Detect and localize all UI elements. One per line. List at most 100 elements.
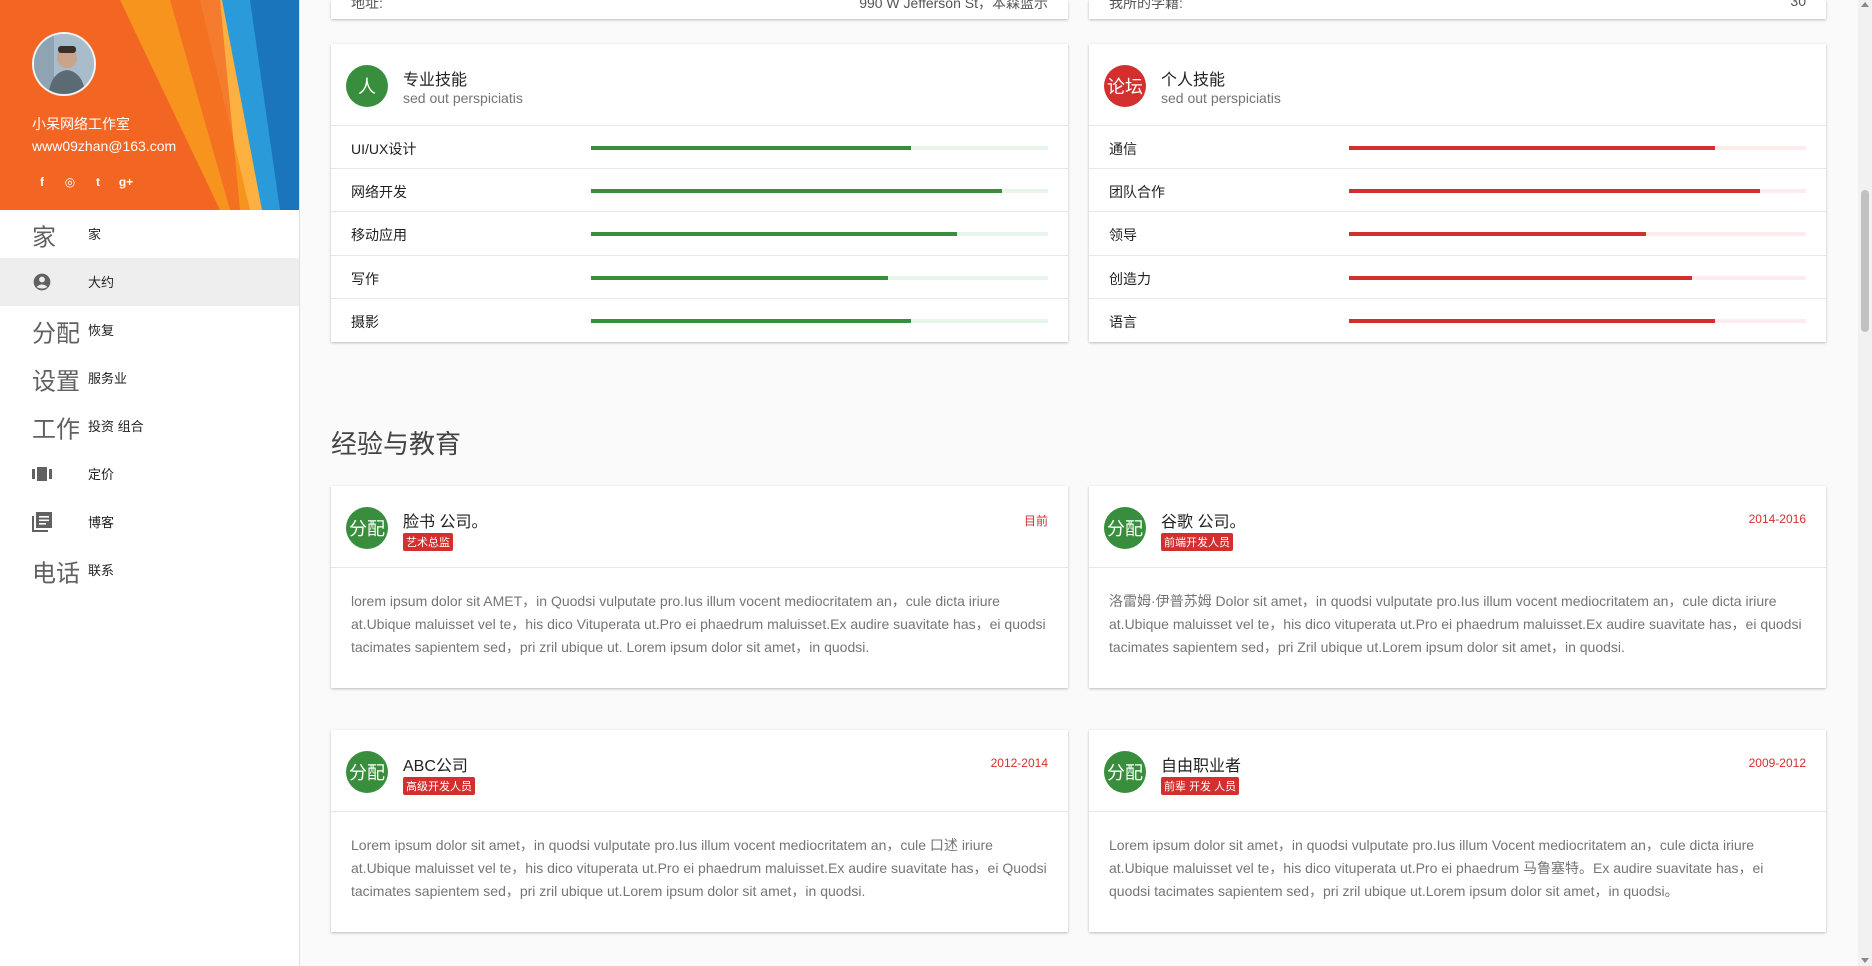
- role-badge: 高级开发人员: [403, 777, 475, 795]
- experience-description: lorem ipsum dolor sit AMET，in Quodsi vul…: [351, 593, 1046, 655]
- card-header: 分配 ABC公司 高级开发人员 2012-2014: [331, 730, 1068, 812]
- skill-progress-fill: [1349, 189, 1761, 194]
- nav-item-contact[interactable]: 电话 联系: [0, 546, 299, 594]
- experience-card: 分配 脸书 公司。 艺术总监 目前 lorem ipsum dolor sit …: [331, 486, 1068, 688]
- forum-icon: 论坛: [1104, 65, 1146, 107]
- skill-name: 领导: [1109, 227, 1137, 244]
- skill-progress-track: [1349, 275, 1806, 280]
- skill-name: UI/UX设计: [351, 141, 417, 157]
- skill-progress-fill: [591, 275, 889, 280]
- nav-label-services: 服务业: [88, 371, 128, 386]
- view-array-icon: [32, 466, 52, 482]
- card-header: 分配 自由职业者 前辈 开发 人员 2009-2012: [1089, 730, 1826, 812]
- nav-item-about[interactable]: 大约: [0, 258, 299, 306]
- card-title: 专业技能: [403, 72, 468, 89]
- card-header: 人 专业技能 sed out perspiciatis: [331, 44, 1068, 126]
- assignment-icon: 分配: [346, 507, 388, 549]
- card-header: 分配 谷歌 公司。 前端开发人员 2014-2016: [1089, 486, 1826, 568]
- date-range: 2012-2014: [990, 756, 1048, 770]
- nav-label-contact: 联系: [88, 563, 115, 578]
- facebook-icon[interactable]: f: [34, 174, 50, 190]
- address-value: 990 W Jefferson St，本森蓝示: [859, 0, 1048, 11]
- info-card-students: 我所的学籍: 30: [1089, 0, 1826, 19]
- skill-progress-fill: [1349, 146, 1715, 150]
- nav-item-pricing[interactable]: 定价: [0, 450, 299, 498]
- address-label: 地址:: [351, 0, 383, 11]
- home-icon: 家: [32, 224, 56, 252]
- skill-row: 团队合作: [1089, 169, 1826, 213]
- skill-name: 团队合作: [1109, 184, 1165, 201]
- company-name: 脸书 公司。: [403, 514, 488, 531]
- skill-progress-fill: [1349, 232, 1647, 237]
- nav-item-resume[interactable]: 分配 恢复: [0, 306, 299, 354]
- professional-skills-card: 人 专业技能 sed out perspiciatis UI/UX设计 网络开发移…: [331, 44, 1068, 342]
- skill-row: 创造力: [1089, 256, 1826, 299]
- nav-label-about: 大约: [88, 275, 115, 290]
- date-range: 2009-2012: [1748, 756, 1806, 770]
- skill-name: 写作: [351, 270, 379, 287]
- experience-card: 分配 谷歌 公司。 前端开发人员 2014-2016 洛雷姆·伊普苏姆 Dolo…: [1089, 486, 1826, 688]
- nav-item-home[interactable]: 家 家: [0, 210, 299, 258]
- skill-progress-fill: [591, 232, 957, 237]
- skill-progress-track: [591, 318, 1048, 323]
- skill-progress-fill: [591, 318, 911, 323]
- role-badge: 艺术总监: [403, 533, 453, 551]
- scroll-down-arrow-icon[interactable]: [1861, 958, 1869, 963]
- skill-progress-track: [1349, 189, 1806, 194]
- skill-progress-fill: [591, 146, 911, 150]
- skill-name: 移动应用: [351, 227, 407, 244]
- skill-progress-track: [591, 189, 1048, 194]
- scroll-thumb[interactable]: [1861, 190, 1869, 332]
- assignment-icon: 分配: [1104, 751, 1146, 793]
- section-title: 经验与教育: [331, 429, 462, 459]
- role-badge: 前辈 开发 人员: [1161, 777, 1240, 795]
- nav-label-pricing: 定价: [88, 467, 115, 482]
- card-header: 论坛 个人技能 sed out perspiciatis: [1089, 44, 1826, 126]
- profile-name: 小呆网络工作室: [32, 116, 130, 132]
- library-books-icon: [32, 512, 52, 532]
- social-links: f ◎ t g+: [34, 174, 134, 190]
- skill-progress-fill: [591, 189, 1003, 194]
- company-name: ABC公司: [403, 758, 468, 775]
- scroll-up-arrow-icon[interactable]: [1861, 2, 1869, 7]
- dribbble-icon[interactable]: ◎: [62, 174, 78, 190]
- skill-progress-track: [1349, 318, 1806, 323]
- date-range: 目前: [1023, 514, 1048, 528]
- skill-progress-track: [591, 232, 1048, 237]
- skill-row: 写作: [331, 256, 1068, 299]
- skill-list: UI/UX设计 网络开发移动应用写作摄影: [331, 126, 1068, 342]
- role-badge: 前端开发人员: [1161, 533, 1233, 551]
- nav-item-blog[interactable]: 博客: [0, 498, 299, 546]
- students-label: 我所的学籍:: [1109, 0, 1183, 11]
- experience-description: Lorem ipsum dolor sit amet，in quodsi vul…: [351, 837, 1047, 899]
- nav-item-portfolio[interactable]: 工作 投资 组合: [0, 402, 299, 450]
- card-title: 个人技能: [1161, 72, 1226, 89]
- skill-name: 网络开发: [351, 184, 407, 201]
- students-value: 30: [1790, 0, 1806, 9]
- card-subtitle: sed out perspiciatis: [1161, 90, 1281, 106]
- nav-label-resume: 恢复: [88, 323, 115, 338]
- skill-name: 通信: [1109, 141, 1137, 157]
- company-name: 谷歌 公司。: [1161, 514, 1246, 531]
- settings-icon: 设置: [32, 368, 80, 396]
- nav-item-services[interactable]: 设置 服务业: [0, 354, 299, 402]
- profile-email[interactable]: www09zhan@163.com: [32, 138, 176, 154]
- avatar[interactable]: [32, 32, 96, 96]
- vertical-scrollbar[interactable]: [1858, 0, 1872, 966]
- skill-row: 领导: [1089, 212, 1826, 256]
- experience-description: 洛雷姆·伊普苏姆 Dolor sit amet，in quodsi vulput…: [1109, 593, 1802, 655]
- twitter-icon[interactable]: t: [90, 174, 106, 190]
- skill-name: 语言: [1109, 313, 1137, 330]
- skill-row: 通信: [1089, 126, 1826, 170]
- skill-progress-track: [1349, 232, 1806, 237]
- skill-row: UI/UX设计: [331, 126, 1068, 170]
- assignment-icon: 分配: [346, 751, 388, 793]
- skill-progress-track: [591, 146, 1048, 150]
- experience-description: Lorem ipsum dolor sit amet，in quodsi vul…: [1109, 837, 1764, 899]
- google-plus-icon[interactable]: g+: [118, 174, 134, 190]
- experience-card: 分配 ABC公司 高级开发人员 2012-2014 Lorem ipsum do…: [331, 730, 1068, 932]
- skill-row: 摄影: [331, 299, 1068, 342]
- account-circle-icon: [32, 272, 52, 292]
- skill-progress-track: [1349, 146, 1806, 150]
- assignment-icon: 分配: [1104, 507, 1146, 549]
